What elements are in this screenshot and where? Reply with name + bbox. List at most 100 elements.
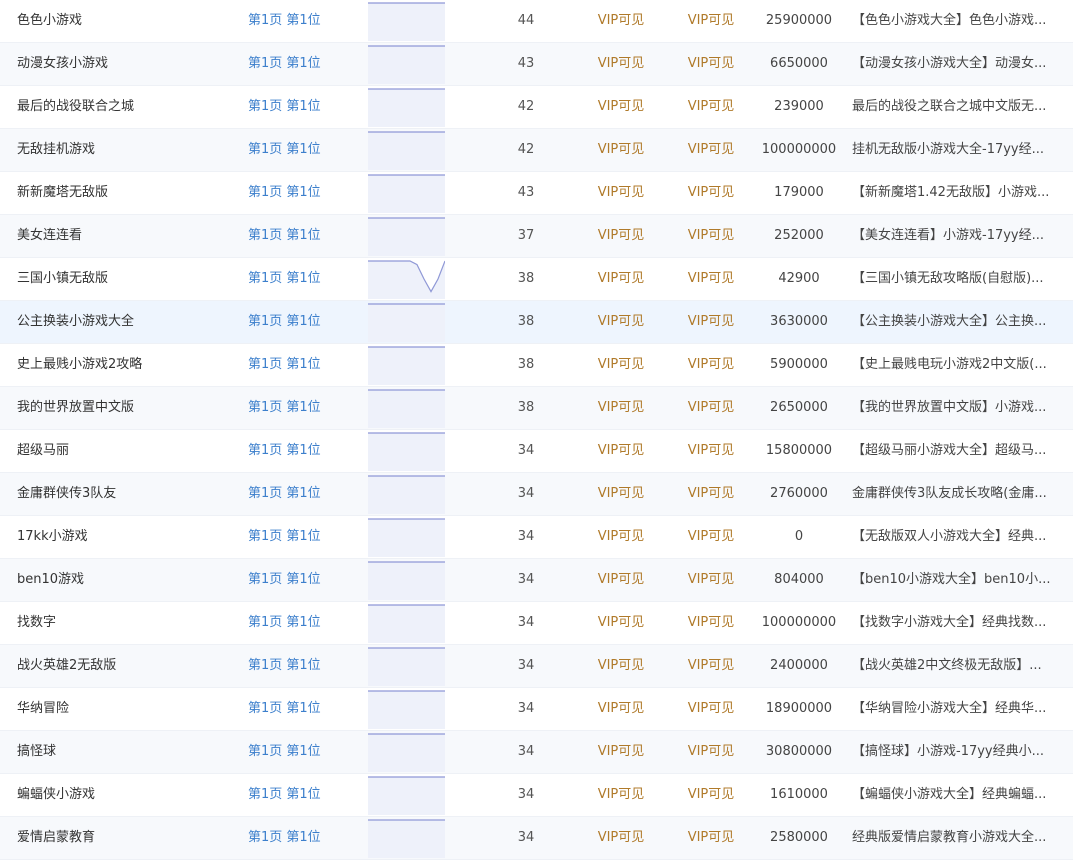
vip-locked-value[interactable]: VIP可见 [586,688,656,731]
page-title-cell[interactable]: 【搞怪球】小游戏-17yy经典小... [852,731,1062,774]
vip-locked-value[interactable]: VIP可见 [676,731,746,774]
rank-link[interactable]: 第1页 第1位 [248,344,358,387]
page-title-cell[interactable]: 【美女连连看】小游戏-17yy经... [852,215,1062,258]
vip-locked-value[interactable]: VIP可见 [676,473,746,516]
rank-link[interactable]: 第1页 第1位 [248,688,358,731]
rank-link[interactable]: 第1页 第1位 [248,172,358,215]
vip-locked-value[interactable]: VIP可见 [676,0,746,43]
trend-sparkline [368,474,445,514]
keyword-cell: 17kk小游戏 [17,529,88,544]
index-value: 37 [517,228,535,243]
page-title-cell[interactable]: 【无敌版双人小游戏大全】经典... [852,516,1062,559]
vip-locked-value[interactable]: VIP可见 [586,516,656,559]
vip-locked-value[interactable]: VIP可见 [676,215,746,258]
results-count: 804000 [774,572,824,587]
rank-link[interactable]: 第1页 第1位 [248,559,358,602]
page-title-cell[interactable]: 金庸群侠传3队友成长攻略(金庸... [852,473,1062,516]
vip-locked-value[interactable]: VIP可见 [676,301,746,344]
vip-locked-value[interactable]: VIP可见 [586,559,656,602]
page-title-cell[interactable]: 【动漫女孩小游戏大全】动漫女... [852,43,1062,86]
vip-locked-value[interactable]: VIP可见 [586,602,656,645]
vip-locked-value[interactable]: VIP可见 [586,172,656,215]
page-title-cell[interactable]: 最后的战役之联合之城中文版无... [852,86,1062,129]
results-count: 15800000 [765,443,833,458]
page-title-cell[interactable]: 经典版爱情启蒙教育小游戏大全... [852,817,1062,860]
vip-locked-value[interactable]: VIP可见 [586,258,656,301]
vip-locked-value[interactable]: VIP可见 [586,129,656,172]
page-title-cell[interactable]: 【公主换装小游戏大全】公主换... [852,301,1062,344]
vip-locked-value[interactable]: VIP可见 [676,387,746,430]
vip-locked-value[interactable]: VIP可见 [586,774,656,817]
page-title-cell[interactable]: 【史上最贱电玩小游戏2中文版(... [852,344,1062,387]
vip-locked-value[interactable]: VIP可见 [676,774,746,817]
table-row: ben10游戏 第1页 第1位 34 VIP可见 VIP可见 804000 【ben10小游… [0,559,1073,602]
page-title-cell[interactable]: 【找数字小游戏大全】经典找数... [852,602,1062,645]
vip-locked-value[interactable]: VIP可见 [586,731,656,774]
rank-link[interactable]: 第1页 第1位 [248,817,358,860]
rank-link[interactable]: 第1页 第1位 [248,602,358,645]
vip-locked-value[interactable]: VIP可见 [586,301,656,344]
vip-locked-value[interactable]: VIP可见 [676,645,746,688]
vip-locked-value[interactable]: VIP可见 [586,387,656,430]
vip-locked-value[interactable]: VIP可见 [676,817,746,860]
vip-locked-value[interactable]: VIP可见 [586,43,656,86]
page-title-cell[interactable]: 挂机无敌版小游戏大全-17yy经... [852,129,1062,172]
rank-link[interactable]: 第1页 第1位 [248,258,358,301]
page-title-cell[interactable]: 【华纳冒险小游戏大全】经典华... [852,688,1062,731]
keyword-cell: 三国小镇无敌版 [17,271,109,286]
page-title-cell[interactable]: 【我的世界放置中文版】小游戏... [852,387,1062,430]
rank-link[interactable]: 第1页 第1位 [248,301,358,344]
table-row: 17kk小游戏 第1页 第1位 34 VIP可见 VIP可见 0 【无敌版双人小游戏大全】经… [0,516,1073,559]
vip-locked-value[interactable]: VIP可见 [586,86,656,129]
rank-link[interactable]: 第1页 第1位 [248,645,358,688]
rank-link[interactable]: 第1页 第1位 [248,774,358,817]
page-title-cell[interactable]: 【新新魔塔1.42无敌版】小游戏... [852,172,1062,215]
vip-locked-value[interactable]: VIP可见 [676,344,746,387]
vip-locked-value[interactable]: VIP可见 [586,215,656,258]
vip-locked-value[interactable]: VIP可见 [676,559,746,602]
vip-locked-value[interactable]: VIP可见 [586,473,656,516]
trend-area [368,304,445,342]
vip-locked-value[interactable]: VIP可见 [676,688,746,731]
rank-link[interactable]: 第1页 第1位 [248,43,358,86]
page-title-cell[interactable]: 【ben10小游戏大全】ben10小... [852,559,1062,602]
vip-locked-value[interactable]: VIP可见 [676,86,746,129]
vip-locked-value[interactable]: VIP可见 [586,817,656,860]
table-row: 最后的战役联合之城 第1页 第1位 42 VIP可见 VIP可见 239000 最后的战役之… [0,86,1073,129]
trend-area [368,519,445,557]
results-count: 25900000 [765,13,833,28]
trend-sparkline [368,388,445,428]
vip-locked-value[interactable]: VIP可见 [586,0,656,43]
index-value: 44 [517,13,535,28]
vip-locked-value[interactable]: VIP可见 [676,258,746,301]
trend-area [368,648,445,686]
vip-locked-value[interactable]: VIP可见 [586,430,656,473]
page-title-cell[interactable]: 【战火英雄2中文终极无敌版】... [852,645,1062,688]
rank-link[interactable]: 第1页 第1位 [248,516,358,559]
page-title-cell[interactable]: 【超级马丽小游戏大全】超级马... [852,430,1062,473]
vip-locked-value[interactable]: VIP可见 [676,172,746,215]
rank-link[interactable]: 第1页 第1位 [248,86,358,129]
vip-locked-value[interactable]: VIP可见 [676,516,746,559]
index-value: 34 [517,529,535,544]
page-title-cell[interactable]: 【蝙蝠侠小游戏大全】经典蝙蝠... [852,774,1062,817]
rank-link[interactable]: 第1页 第1位 [248,387,358,430]
vip-locked-value[interactable]: VIP可见 [676,129,746,172]
vip-locked-value[interactable]: VIP可见 [586,344,656,387]
vip-locked-value[interactable]: VIP可见 [676,43,746,86]
vip-locked-value[interactable]: VIP可见 [586,645,656,688]
keyword-cell: 搞怪球 [17,744,57,759]
vip-locked-value[interactable]: VIP可见 [676,430,746,473]
vip-locked-value[interactable]: VIP可见 [676,602,746,645]
page-title-cell[interactable]: 【三国小镇无敌攻略版(自慰版)... [852,258,1062,301]
index-value: 34 [517,443,535,458]
rank-link[interactable]: 第1页 第1位 [248,430,358,473]
rank-link[interactable]: 第1页 第1位 [248,129,358,172]
rank-link[interactable]: 第1页 第1位 [248,0,358,43]
page-title-cell[interactable]: 【色色小游戏大全】色色小游戏... [852,0,1062,43]
results-count: 2760000 [770,486,828,501]
keyword-cell: 我的世界放置中文版 [17,400,135,415]
rank-link[interactable]: 第1页 第1位 [248,731,358,774]
rank-link[interactable]: 第1页 第1位 [248,215,358,258]
rank-link[interactable]: 第1页 第1位 [248,473,358,516]
